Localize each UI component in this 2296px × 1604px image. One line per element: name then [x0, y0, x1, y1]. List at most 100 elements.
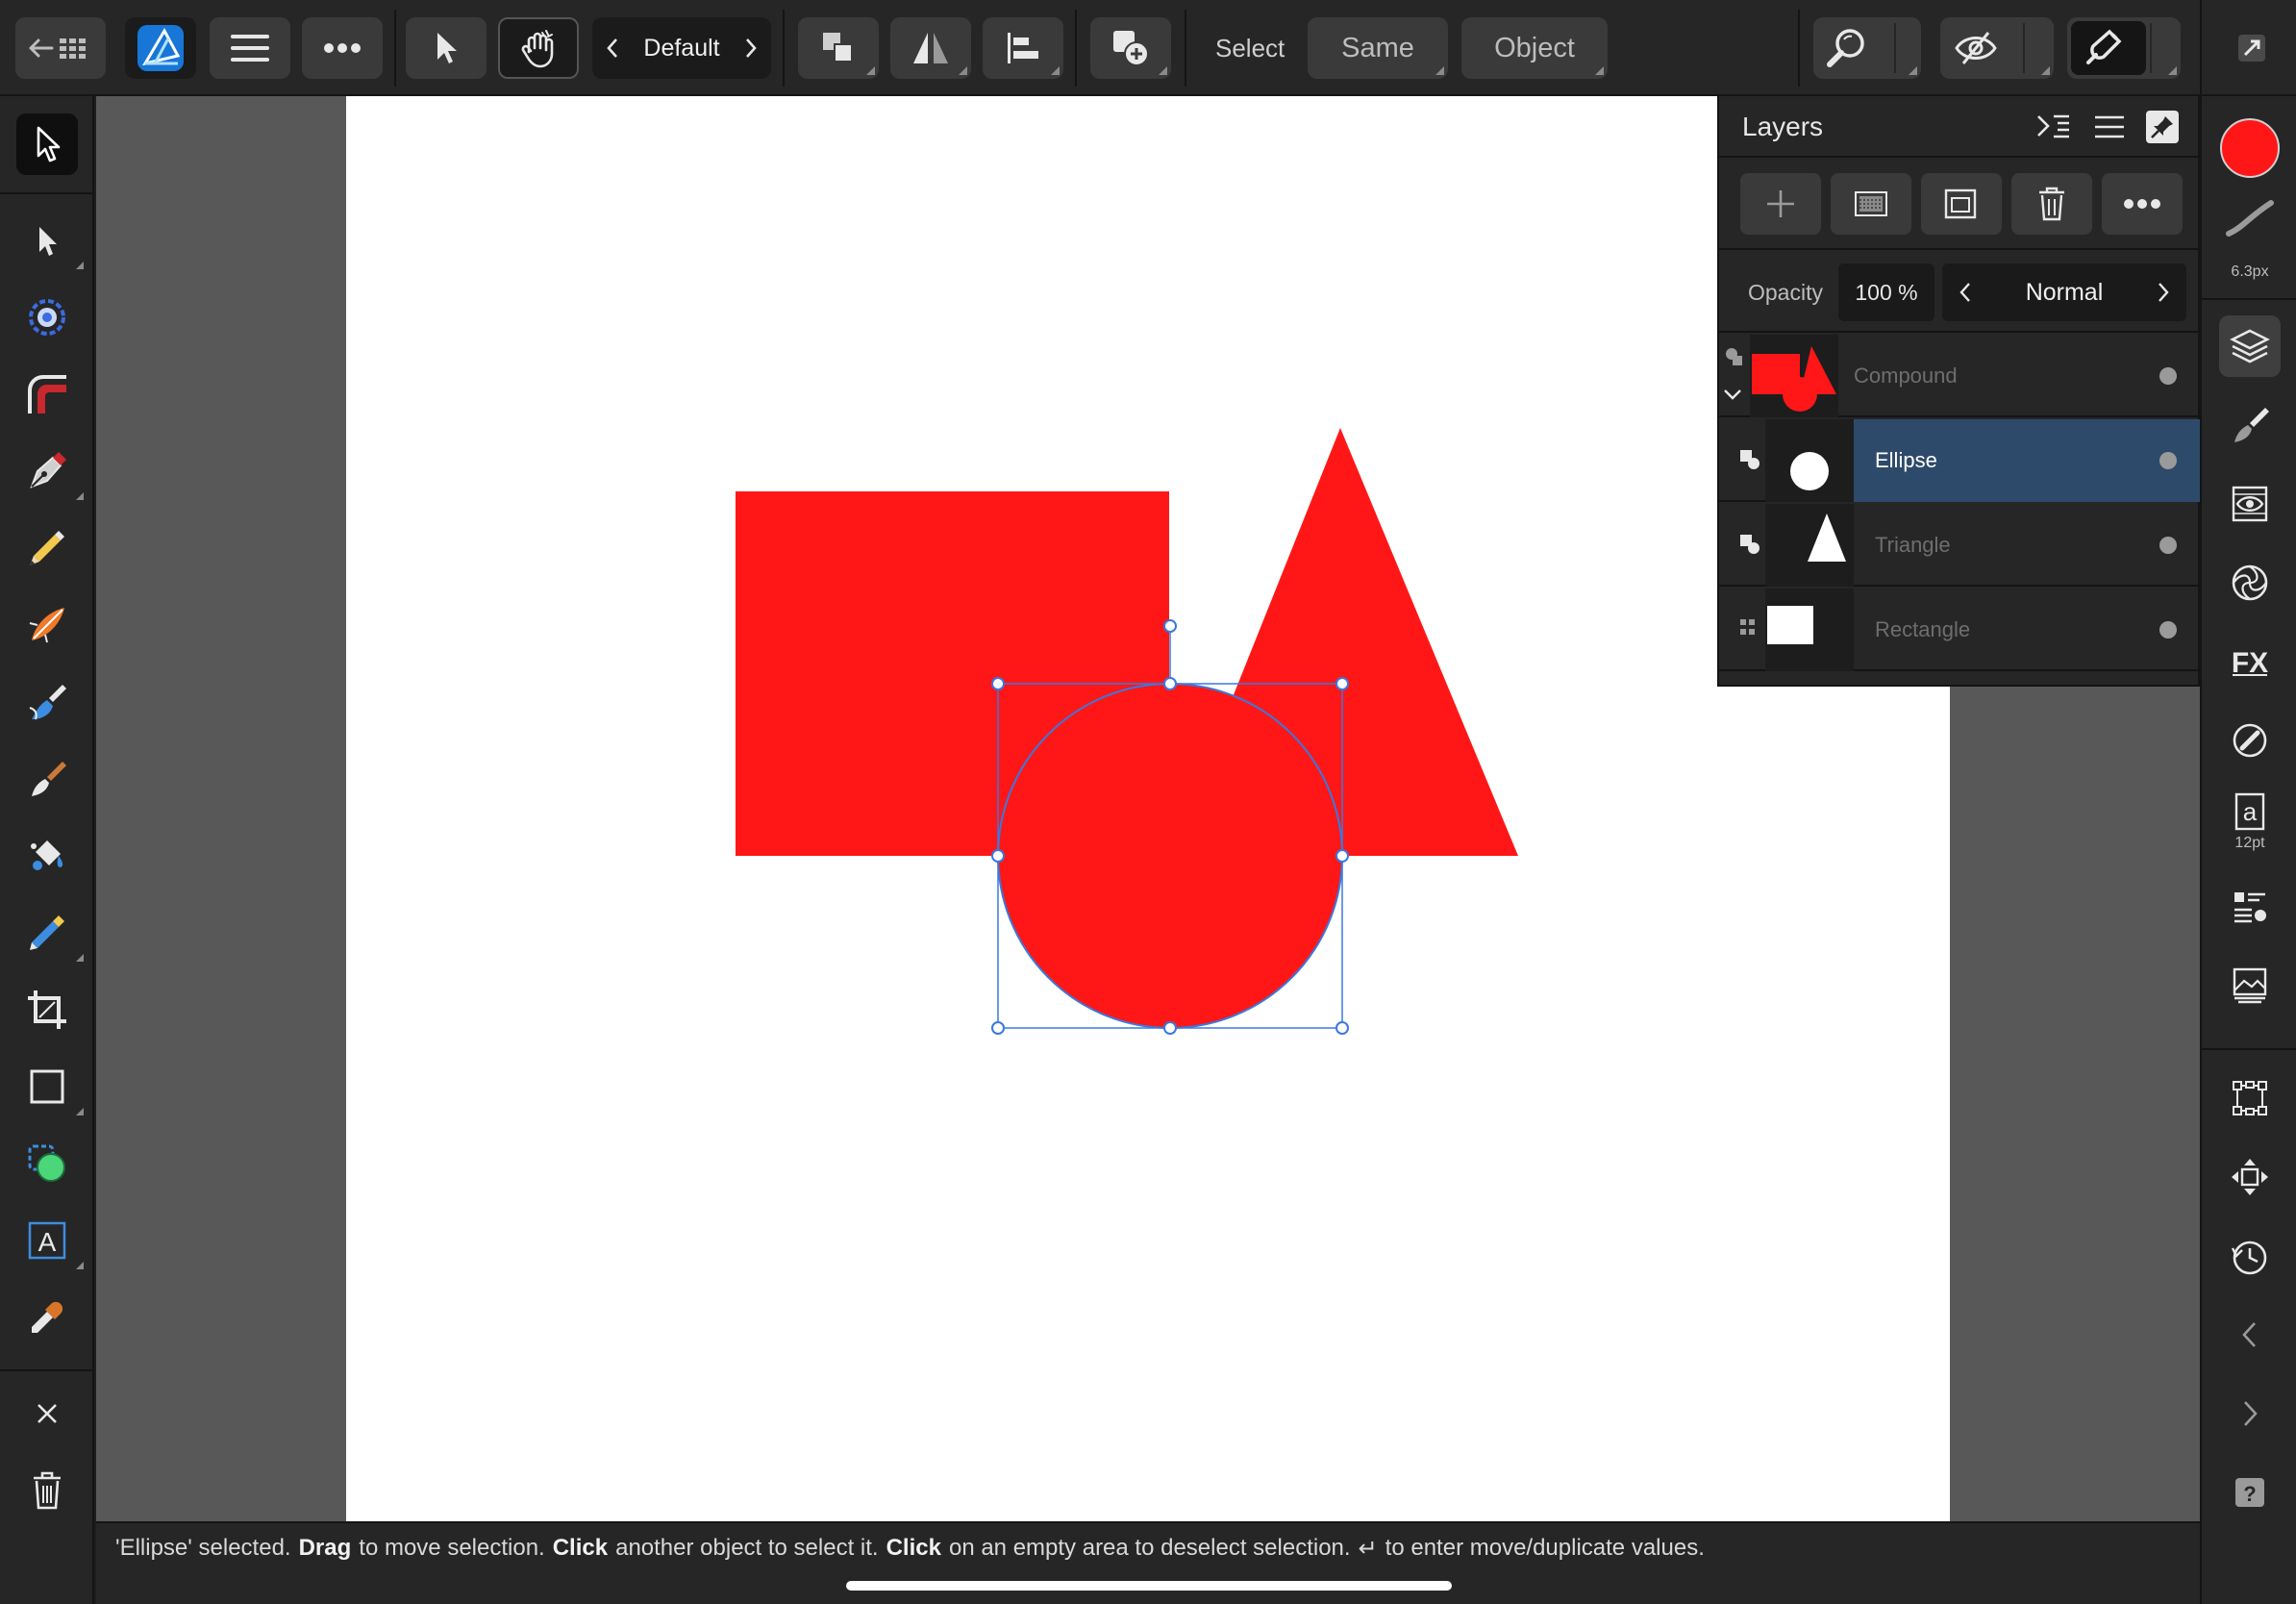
- vector-brush-tool[interactable]: [16, 594, 78, 656]
- rotation-handle[interactable]: [1163, 619, 1177, 633]
- panel-menu-button[interactable]: [2090, 108, 2129, 146]
- add-layer-button[interactable]: [1740, 173, 1821, 235]
- stroke-studio-button[interactable]: [2219, 710, 2281, 771]
- gesture-mode-button[interactable]: [498, 17, 579, 79]
- layer-row-compound[interactable]: Compound: [1719, 335, 2200, 417]
- rectangle-icon: [30, 1069, 64, 1104]
- fill-color-swatch[interactable]: [2219, 117, 2281, 179]
- visibility-toggle[interactable]: [2159, 452, 2177, 469]
- navigator-studio-button[interactable]: [2219, 1146, 2281, 1208]
- fx-icon: FX: [2232, 647, 2268, 679]
- artboard[interactable]: [346, 96, 1950, 1521]
- handle-bottom-left[interactable]: [991, 1021, 1005, 1035]
- brushes-studio-button[interactable]: [2219, 394, 2281, 456]
- appearance-studio-button[interactable]: [2219, 473, 2281, 535]
- fullscreen-button[interactable]: [2221, 17, 2283, 79]
- blend-next-button[interactable]: [2144, 263, 2183, 321]
- history-studio-button[interactable]: [2219, 1225, 2281, 1287]
- submenu-indicator: [866, 66, 875, 75]
- assets-icon: [2234, 892, 2266, 923]
- blend-mode-selector[interactable]: Normal: [1942, 263, 2186, 321]
- color-picker-tool[interactable]: [16, 1287, 78, 1348]
- color-studio-button[interactable]: [2219, 552, 2281, 614]
- transparency-tool[interactable]: [16, 902, 84, 964]
- help-button[interactable]: ?: [2219, 1462, 2281, 1523]
- main-menu-button[interactable]: [210, 17, 290, 79]
- layer-row-rectangle[interactable]: Rectangle: [1719, 589, 2200, 671]
- layer-row-triangle[interactable]: Triangle: [1719, 504, 2200, 587]
- visibility-toggle[interactable]: [2159, 621, 2177, 639]
- shape-builder-tool[interactable]: [16, 1133, 78, 1194]
- handle-top-left[interactable]: [991, 677, 1005, 690]
- select-mode-button[interactable]: [406, 17, 487, 79]
- align-left-icon: [1008, 33, 1038, 63]
- snapping-button[interactable]: [2067, 17, 2181, 79]
- stroke-width-button[interactable]: [2219, 194, 2281, 242]
- pixel-brush-tool[interactable]: [16, 748, 78, 810]
- artistic-text-tool[interactable]: A: [16, 1210, 84, 1271]
- view-mode-button[interactable]: [1940, 17, 2054, 79]
- separator: [783, 10, 785, 87]
- point-transform-tool[interactable]: [16, 287, 78, 348]
- shape-type-icon: [1740, 535, 1759, 554]
- chevron-left-icon[interactable]: [606, 38, 619, 59]
- arrange-button[interactable]: [798, 17, 879, 79]
- group-icon: [1944, 188, 1977, 219]
- visibility-toggle[interactable]: [2159, 537, 2177, 554]
- add-mask-button[interactable]: [1831, 173, 1911, 235]
- transform-studio-button[interactable]: [2219, 1067, 2281, 1129]
- pin-panel-button[interactable]: [2146, 111, 2179, 143]
- stock-studio-button[interactable]: [2219, 954, 2281, 1015]
- select-object-button[interactable]: Object: [1461, 17, 1608, 79]
- select-same-button[interactable]: Same: [1308, 17, 1448, 79]
- handle-bottom-right[interactable]: [1335, 1021, 1349, 1035]
- blend-prev-button[interactable]: [1946, 263, 1984, 321]
- effects-studio-button[interactable]: FX: [2219, 631, 2281, 692]
- visibility-toggle[interactable]: [2159, 367, 2177, 385]
- brush-studio-icon: [2234, 408, 2269, 442]
- app-logo-button[interactable]: [125, 17, 196, 79]
- chevron-right-icon: [2159, 283, 2169, 302]
- corner-tool[interactable]: [16, 363, 78, 425]
- close-button[interactable]: [16, 1383, 78, 1444]
- pencil-tool[interactable]: [16, 517, 78, 579]
- separator: [1075, 10, 1077, 87]
- align-button[interactable]: [983, 17, 1063, 79]
- shape-builder-icon: [28, 1144, 65, 1182]
- opacity-field[interactable]: 100 %: [1838, 263, 1934, 321]
- layer-row-ellipse[interactable]: Ellipse: [1719, 419, 2200, 502]
- handle-left[interactable]: [991, 849, 1005, 863]
- handle-bottom[interactable]: [1163, 1021, 1177, 1035]
- fill-tool[interactable]: [16, 825, 78, 887]
- crop-tool[interactable]: [16, 979, 78, 1040]
- pen-tool[interactable]: [16, 440, 84, 502]
- move-tool[interactable]: [16, 113, 78, 175]
- home-indicator[interactable]: [846, 1581, 1452, 1591]
- assets-studio-button[interactable]: [2219, 875, 2281, 937]
- text-styles-studio-button[interactable]: a: [2219, 789, 2281, 835]
- node-tool[interactable]: [16, 210, 84, 271]
- zoom-button[interactable]: [1813, 17, 1921, 79]
- more-options-button[interactable]: [302, 17, 383, 79]
- layers-studio-button[interactable]: [2219, 315, 2281, 377]
- chevron-right-icon[interactable]: [744, 38, 758, 59]
- flip-horizontal-button[interactable]: [890, 17, 971, 79]
- ellipse-shape[interactable]: [997, 683, 1343, 1029]
- status-bold: Click: [886, 1535, 941, 1561]
- document-canvas[interactable]: [346, 96, 1950, 1521]
- back-to-documents-button[interactable]: [15, 17, 106, 79]
- handle-top-right[interactable]: [1335, 677, 1349, 690]
- handle-top[interactable]: [1163, 677, 1177, 690]
- delete-button[interactable]: [16, 1460, 78, 1521]
- fill-brush-tool[interactable]: [16, 671, 78, 733]
- layer-more-button[interactable]: [2102, 173, 2183, 235]
- redo-button[interactable]: [2219, 1383, 2281, 1444]
- collapse-panel-button[interactable]: [2034, 108, 2073, 146]
- undo-button[interactable]: [2219, 1304, 2281, 1366]
- boolean-operations-button[interactable]: [1090, 17, 1171, 79]
- handle-right[interactable]: [1335, 849, 1349, 863]
- rectangle-tool[interactable]: [16, 1056, 84, 1117]
- group-layers-button[interactable]: [1921, 173, 2002, 235]
- delete-layer-button[interactable]: [2011, 173, 2092, 235]
- persona-selector[interactable]: Default: [592, 17, 771, 79]
